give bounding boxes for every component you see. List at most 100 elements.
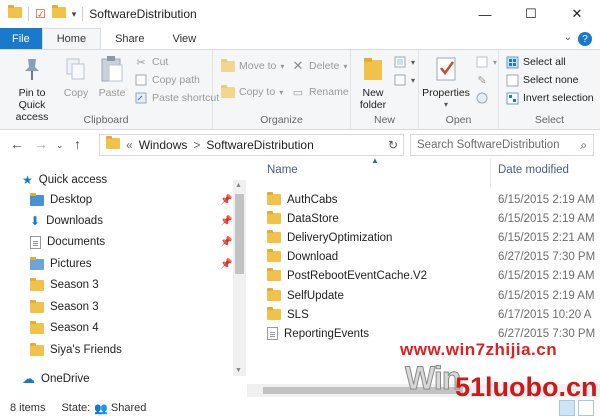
downloads-icon: ⬇ bbox=[30, 214, 41, 228]
table-row[interactable]: Download 6/27/2015 7:30 PM bbox=[267, 247, 600, 266]
refresh-icon[interactable]: ↻ bbox=[382, 134, 404, 156]
pin-icon[interactable]: 📌 bbox=[220, 259, 232, 270]
paste-button[interactable]: Paste bbox=[94, 54, 130, 99]
breadcrumb-overflow[interactable]: « bbox=[126, 138, 133, 152]
column-header-name[interactable]: Name bbox=[267, 164, 298, 176]
close-button[interactable]: ✕ bbox=[554, 0, 600, 28]
organize-group: Move to ▾ Copy to ▾ ✕ Delete ▾ ▭ Rename … bbox=[213, 50, 351, 130]
properties-button[interactable]: Properties ▾ bbox=[421, 54, 471, 111]
nav-item-desktop[interactable]: Desktop bbox=[30, 190, 92, 210]
new-item-button[interactable]: ▾ bbox=[393, 54, 415, 70]
table-row[interactable]: PostRebootEventCache.V2 6/15/2015 2:19 A… bbox=[267, 266, 600, 285]
new-folder-button[interactable]: New folder bbox=[355, 54, 391, 111]
delete-icon: ✕ bbox=[292, 58, 304, 73]
item-count: 8 items bbox=[10, 402, 46, 414]
organize-group-label: Organize bbox=[260, 114, 303, 126]
ribbon-tabs: File Home Share View ⌄ ? bbox=[0, 28, 600, 50]
nav-quick-access[interactable]: ★ Quick access bbox=[22, 170, 107, 190]
chevron-down-icon: ▾ bbox=[411, 75, 416, 85]
ribbon: Pin to Quick access Copy Paste ✂ Cut Cop… bbox=[0, 50, 600, 130]
folder-icon bbox=[267, 192, 281, 205]
nav-onedrive[interactable]: ☁ OneDrive bbox=[22, 369, 90, 389]
paste-shortcut-button[interactable]: Paste shortcut bbox=[134, 90, 219, 106]
up-arrow-icon[interactable]: ↑ bbox=[74, 136, 81, 152]
easy-access-button[interactable]: ▾ bbox=[393, 72, 415, 88]
breadcrumb-softwaredistribution[interactable]: SoftwareDistribution bbox=[206, 138, 313, 152]
rename-button[interactable]: ▭ Rename bbox=[291, 84, 349, 100]
breadcrumb-separator[interactable]: > bbox=[193, 138, 200, 152]
table-row[interactable]: AuthCabs 6/15/2015 2:19 AM bbox=[267, 190, 600, 209]
open-button[interactable]: ▾ bbox=[475, 54, 497, 70]
recent-locations-icon[interactable]: ⌄ bbox=[56, 140, 64, 151]
tab-view[interactable]: View bbox=[158, 28, 210, 49]
chevron-down-icon: ▾ bbox=[343, 61, 348, 71]
folder-icon bbox=[30, 277, 44, 291]
forward-arrow-icon[interactable]: → bbox=[34, 136, 48, 152]
new-folder-icon bbox=[358, 54, 388, 84]
maximize-button[interactable]: ☐ bbox=[508, 0, 554, 28]
nav-item-season-3[interactable]: Season 3 bbox=[30, 275, 99, 295]
address-bar[interactable]: « Windows > SoftwareDistribution bbox=[99, 134, 404, 156]
customize-dropdown-icon[interactable]: ▾ bbox=[72, 9, 77, 20]
scroll-down-icon[interactable]: ▼ bbox=[235, 367, 242, 374]
nav-item-siyas-friends[interactable]: Siya's Friends bbox=[30, 340, 122, 360]
pin-icon[interactable]: 📌 bbox=[220, 237, 232, 248]
folder-icon bbox=[267, 268, 281, 281]
copy-to-button[interactable]: Copy to ▾ bbox=[221, 84, 283, 100]
quick-access-toolbar: ☑ ▾ bbox=[0, 5, 84, 21]
properties-quick-icon[interactable]: ☑ bbox=[35, 7, 46, 21]
new-folder-quick-icon[interactable] bbox=[51, 5, 66, 21]
nav-item-documents[interactable]: Documents bbox=[30, 232, 105, 252]
paste-icon bbox=[97, 54, 127, 84]
back-arrow-icon[interactable]: ← bbox=[10, 136, 24, 152]
scrollbar-thumb[interactable] bbox=[235, 194, 244, 274]
shared-icon: 👥 bbox=[94, 402, 108, 415]
tab-home[interactable]: Home bbox=[41, 28, 102, 49]
column-divider[interactable] bbox=[490, 159, 491, 187]
help-icon[interactable]: ? bbox=[578, 32, 592, 46]
nav-item-pictures[interactable]: Pictures bbox=[30, 254, 92, 274]
select-group: Select all Select none Invert selection … bbox=[499, 50, 600, 130]
table-row[interactable]: DeliveryOptimization 6/15/2015 2:21 AM bbox=[267, 228, 600, 247]
cut-button[interactable]: ✂ Cut bbox=[134, 54, 168, 70]
table-row[interactable]: SelfUpdate 6/15/2015 2:19 AM bbox=[267, 286, 600, 305]
select-all-icon bbox=[505, 55, 519, 69]
copy-button[interactable]: Copy bbox=[60, 54, 92, 99]
chevron-down-icon[interactable]: ⌄ bbox=[564, 32, 572, 43]
nav-item-season-4[interactable]: Season 4 bbox=[30, 318, 99, 338]
table-row[interactable]: SLS 6/17/2015 10:20 A bbox=[267, 305, 600, 324]
select-group-label: Select bbox=[534, 114, 565, 126]
tab-share[interactable]: Share bbox=[101, 28, 158, 49]
pin-icon[interactable]: 📌 bbox=[220, 216, 232, 227]
copy-path-button[interactable]: Copy path bbox=[134, 72, 200, 88]
nav-item-season-3[interactable]: Season 3 bbox=[30, 297, 99, 317]
move-to-button[interactable]: Move to ▾ bbox=[221, 58, 284, 74]
watermark-logo: Win bbox=[404, 360, 461, 397]
folder-icon bbox=[267, 288, 281, 301]
invert-selection-icon bbox=[505, 91, 519, 105]
select-all-button[interactable]: Select all bbox=[505, 54, 566, 70]
open-icon bbox=[475, 55, 489, 69]
column-header-date-modified[interactable]: Date modified bbox=[498, 164, 569, 176]
table-row[interactable]: DataStore 6/15/2015 2:19 AM bbox=[267, 209, 600, 228]
edit-button[interactable]: ✎ bbox=[475, 72, 489, 88]
breadcrumb-windows[interactable]: Windows bbox=[139, 138, 188, 152]
delete-button[interactable]: ✕ Delete ▾ bbox=[291, 58, 348, 74]
pin-to-quick-access-button[interactable]: Pin to Quick access bbox=[4, 54, 60, 123]
star-icon: ★ bbox=[22, 173, 33, 187]
nav-item-downloads[interactable]: ⬇ Downloads bbox=[30, 211, 103, 231]
folder-app-icon bbox=[8, 5, 22, 21]
pin-icon bbox=[17, 54, 47, 84]
nav-scrollbar[interactable]: ▲ ▼ bbox=[233, 180, 246, 376]
minimize-button[interactable]: — bbox=[462, 0, 508, 28]
select-none-button[interactable]: Select none bbox=[505, 72, 578, 88]
scroll-up-icon[interactable]: ▲ bbox=[235, 182, 242, 189]
folder-icon bbox=[30, 320, 44, 334]
history-button[interactable] bbox=[475, 90, 489, 106]
pin-icon[interactable]: 📌 bbox=[220, 195, 232, 206]
history-icon bbox=[475, 91, 489, 105]
tab-file[interactable]: File bbox=[0, 28, 42, 49]
search-input[interactable]: Search SoftwareDistribution ⌕ bbox=[410, 134, 594, 156]
clipboard-group: Pin to Quick access Copy Paste ✂ Cut Cop… bbox=[0, 50, 219, 130]
invert-selection-button[interactable]: Invert selection bbox=[505, 90, 594, 106]
